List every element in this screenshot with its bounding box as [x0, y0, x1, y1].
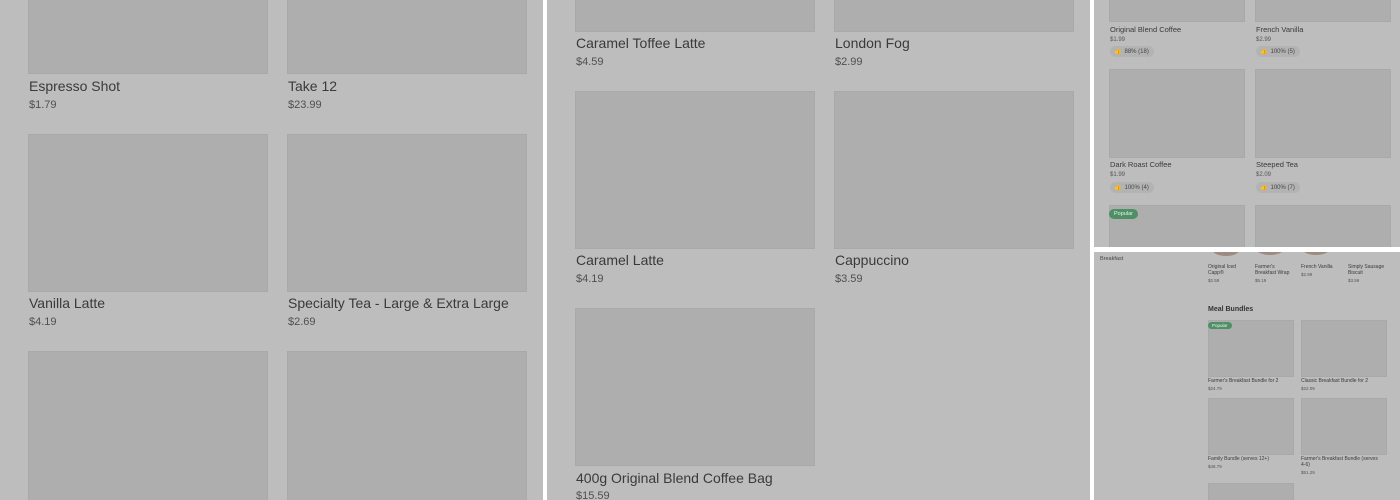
item-price: $51.29	[1301, 470, 1315, 475]
thumbs-up-icon: 👍	[1114, 185, 1122, 191]
thumbs-up-icon: 👍	[1114, 49, 1122, 55]
item-image[interactable]	[1255, 69, 1391, 158]
item-image[interactable]	[575, 0, 815, 32]
item-price: $15.59	[576, 490, 610, 500]
item-price: $4.59	[576, 56, 604, 68]
item-price: $3.59	[835, 273, 863, 285]
popular-badge: Popular	[1208, 322, 1232, 329]
item-name[interactable]: Original Blend Coffee	[1110, 25, 1181, 34]
item-thumbnail[interactable]	[1256, 252, 1284, 255]
item-thumbnail[interactable]	[1212, 252, 1240, 256]
thumbs-up-icon: 👍	[1260, 185, 1268, 191]
item-image[interactable]	[1255, 0, 1391, 22]
item-name[interactable]: Simply Sausage Biscuit	[1348, 264, 1390, 276]
rating-badge: 👍 88% (18)	[1110, 46, 1154, 57]
item-name[interactable]: Classic Breakfast Bundle for 2	[1301, 378, 1381, 385]
item-name[interactable]: Original Iced Capp®	[1208, 264, 1248, 276]
item-name[interactable]: Vanilla Latte	[29, 295, 105, 311]
item-price: $4.19	[29, 316, 57, 328]
item-image[interactable]	[28, 134, 268, 292]
item-image[interactable]	[1255, 205, 1391, 247]
rating-badge: 👍 100% (7)	[1256, 182, 1300, 193]
item-name[interactable]: Specialty Tea - Large & Extra Large	[288, 295, 509, 311]
item-thumbnail[interactable]	[1302, 252, 1330, 255]
item-image[interactable]	[1109, 69, 1245, 158]
item-name[interactable]: French Vanilla	[1301, 264, 1343, 271]
item-image[interactable]	[287, 134, 527, 292]
item-price: $46.79	[1208, 464, 1222, 469]
item-name[interactable]: Take 12	[288, 78, 337, 94]
item-image[interactable]	[1301, 320, 1387, 377]
item-name[interactable]: Farmer's Breakfast Wrap	[1255, 264, 1297, 276]
item-image[interactable]	[1208, 483, 1294, 500]
popular-badge: Popular	[1109, 209, 1138, 219]
item-price: $5.19	[1255, 278, 1267, 283]
item-name[interactable]: Steeped Tea	[1256, 160, 1298, 169]
rating-text: 100% (4)	[1124, 185, 1149, 191]
menu-panel-3: Original Blend Coffee $1.99 👍 88% (18) Fr…	[1094, 0, 1400, 247]
sidebar-category-breakfast[interactable]: Breakfast	[1100, 256, 1123, 262]
item-price: $2.69	[288, 316, 316, 328]
item-price: $4.19	[576, 273, 604, 285]
item-image[interactable]	[1208, 398, 1294, 455]
item-price: $1.99	[1110, 37, 1126, 43]
item-image[interactable]	[287, 351, 527, 500]
rating-text: 100% (7)	[1270, 185, 1295, 191]
menu-panel-1: Espresso Shot $1.79 Take 12 $23.99 Vanil…	[0, 0, 543, 500]
item-name[interactable]: French Vanilla	[1256, 25, 1303, 34]
item-name[interactable]: Farmer's Breakfast Bundle (serves 4-6)	[1301, 456, 1381, 468]
item-image[interactable]	[28, 351, 268, 500]
item-price: $23.99	[288, 99, 322, 111]
item-price: $2.99	[835, 56, 863, 68]
item-name[interactable]: Cappuccino	[835, 252, 909, 268]
rating-badge: 👍 100% (5)	[1256, 46, 1300, 57]
item-price: $1.99	[1110, 172, 1126, 178]
rating-badge: 👍 100% (4)	[1110, 182, 1154, 193]
section-title-meal-bundles: Meal Bundles	[1208, 306, 1254, 313]
item-image[interactable]	[1109, 0, 1245, 22]
menu-panel-2: Caramel Toffee Latte $4.59 London Fog $2…	[547, 0, 1090, 500]
item-name[interactable]: Caramel Latte	[576, 252, 664, 268]
item-name[interactable]: 400g Original Blend Coffee Bag	[576, 470, 773, 486]
item-image[interactable]	[1301, 398, 1387, 455]
item-name[interactable]: Caramel Toffee Latte	[576, 35, 705, 51]
item-price: $24.79	[1208, 386, 1222, 391]
item-name[interactable]: Dark Roast Coffee	[1110, 160, 1172, 169]
item-image[interactable]	[28, 0, 268, 74]
item-price: $2.99	[1301, 272, 1313, 277]
item-price: $1.79	[29, 99, 57, 111]
item-price: $2.59	[1208, 278, 1220, 283]
item-price: $3.59	[1348, 278, 1360, 283]
item-image[interactable]	[834, 91, 1074, 249]
item-name[interactable]: Farmer's Breakfast Bundle for 2	[1208, 378, 1288, 385]
item-name[interactable]: Espresso Shot	[29, 78, 120, 94]
item-image[interactable]	[834, 0, 1074, 32]
rating-text: 100% (5)	[1270, 49, 1295, 55]
item-price: $2.99	[1256, 37, 1272, 43]
item-image[interactable]	[575, 308, 815, 466]
item-price: $2.09	[1256, 172, 1272, 178]
rating-text: 88% (18)	[1124, 49, 1149, 55]
item-name[interactable]: London Fog	[835, 35, 910, 51]
item-image[interactable]	[287, 0, 527, 74]
item-image[interactable]	[575, 91, 815, 249]
menu-panel-4: Breakfast Original Iced Capp® $2.59 Farm…	[1094, 252, 1400, 500]
item-name[interactable]: Family Bundle (serves 12+)	[1208, 456, 1288, 463]
item-price: $22.09	[1301, 386, 1315, 391]
thumbs-up-icon: 👍	[1260, 49, 1268, 55]
